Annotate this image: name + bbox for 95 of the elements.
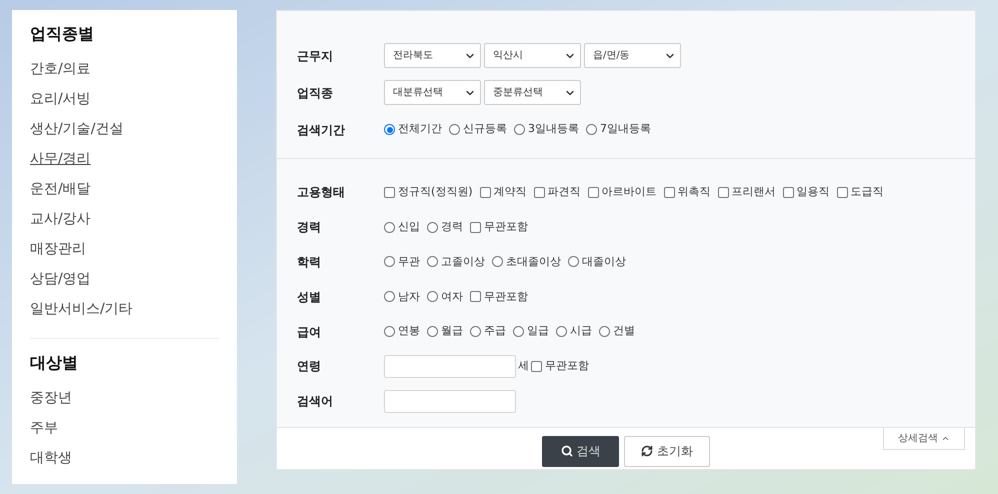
field-label: 업직종 bbox=[297, 84, 334, 102]
field-label: 근무지 bbox=[297, 48, 334, 64]
search-icon bbox=[560, 445, 572, 458]
dropdown-select[interactable]: 중분류선택 bbox=[484, 80, 581, 105]
checkbox-option[interactable]: 정규직(정직원) bbox=[384, 184, 473, 201]
radio-option[interactable]: 여자 bbox=[427, 288, 463, 306]
sidebar-link[interactable]: 주부 bbox=[30, 418, 58, 438]
radio-option[interactable]: 일급 bbox=[513, 323, 549, 340]
checkbox-option[interactable]: 일용직 bbox=[782, 184, 830, 201]
sidebar-heading: 업직종별 bbox=[30, 23, 95, 45]
checkbox-option[interactable]: 프리랜서 bbox=[718, 184, 776, 201]
sidebar-heading: 대상별 bbox=[30, 352, 79, 374]
radio-button[interactable] bbox=[384, 124, 395, 135]
checkbox-option[interactable]: 위촉직 bbox=[664, 184, 711, 201]
checkbox-option[interactable]: 파견직 bbox=[534, 184, 581, 201]
unit-label: 세 bbox=[518, 358, 529, 374]
radio-button[interactable] bbox=[492, 256, 503, 268]
radio-option[interactable]: 남자 bbox=[384, 288, 420, 306]
checkbox[interactable] bbox=[836, 186, 848, 198]
dropdown-select[interactable]: 전라북도 bbox=[384, 43, 481, 68]
sidebar-link[interactable]: 생산/기술/건설 bbox=[30, 118, 124, 140]
sidebar-link[interactable]: 교사/강사 bbox=[30, 208, 91, 230]
checkbox[interactable] bbox=[782, 186, 794, 198]
radio-button[interactable] bbox=[514, 124, 525, 135]
radio-button[interactable] bbox=[586, 124, 597, 135]
checkbox[interactable] bbox=[718, 186, 729, 198]
radio-button[interactable] bbox=[427, 291, 438, 302]
sidebar-link[interactable]: 사무/경리 bbox=[30, 148, 91, 170]
field-label: 학력 bbox=[297, 254, 322, 271]
radio-option[interactable]: 주급 bbox=[470, 323, 506, 340]
radio-option[interactable]: 초대졸이상 bbox=[492, 254, 561, 270]
refresh-icon bbox=[641, 445, 653, 458]
field-label: 고용형태 bbox=[297, 184, 346, 202]
field-label: 연령 bbox=[297, 358, 322, 376]
text-input-field[interactable] bbox=[384, 354, 516, 378]
radio-option[interactable]: 시급 bbox=[556, 323, 592, 340]
field-label: 성별 bbox=[297, 288, 322, 306]
sidebar-link[interactable]: 대학생 bbox=[30, 448, 72, 468]
radio-option[interactable]: 신규등록 bbox=[449, 121, 507, 138]
radio-option[interactable]: 무관 bbox=[384, 254, 420, 270]
detail-search-toggle[interactable]: 상세검색 bbox=[883, 428, 965, 450]
checkbox-option[interactable]: 아르바이트 bbox=[588, 184, 657, 201]
radio-button[interactable] bbox=[449, 124, 460, 135]
reset-button[interactable]: 초기화 bbox=[624, 436, 710, 467]
radio-button[interactable] bbox=[599, 326, 610, 338]
checkbox[interactable] bbox=[470, 222, 481, 233]
checkbox[interactable] bbox=[384, 186, 395, 198]
radio-option[interactable]: 건별 bbox=[599, 323, 635, 340]
dropdown-select[interactable]: 읍/면/동 bbox=[584, 43, 681, 68]
field-label: 급여 bbox=[297, 324, 322, 341]
radio-option[interactable]: 월급 bbox=[427, 323, 463, 340]
radio-button[interactable] bbox=[427, 256, 438, 268]
radio-option[interactable]: 연봉 bbox=[384, 323, 420, 340]
text-input-field[interactable] bbox=[384, 390, 516, 413]
radio-option[interactable]: 7일내등록 bbox=[586, 121, 651, 138]
checkbox[interactable] bbox=[531, 360, 542, 372]
field-label: 검색어 bbox=[297, 393, 334, 410]
radio-button[interactable] bbox=[384, 326, 395, 338]
field-label: 경력 bbox=[297, 219, 322, 236]
radio-option[interactable]: 3일내등록 bbox=[514, 121, 579, 138]
sidebar-link[interactable]: 간호/의료 bbox=[30, 58, 91, 80]
radio-option[interactable]: 전체기간 bbox=[384, 121, 442, 138]
sidebar-link[interactable]: 상담/영업 bbox=[30, 268, 91, 290]
radio-button[interactable] bbox=[470, 326, 481, 338]
field-label: 검색기간 bbox=[297, 122, 346, 138]
radio-button[interactable] bbox=[384, 222, 395, 233]
sidebar-link[interactable]: 매장관리 bbox=[30, 238, 86, 260]
checkbox-option[interactable]: 무관포함 bbox=[531, 358, 589, 375]
radio-option[interactable]: 신입 bbox=[384, 218, 420, 236]
checkbox[interactable] bbox=[664, 186, 675, 198]
checkbox-option[interactable]: 도급직 bbox=[836, 184, 884, 201]
checkbox-option[interactable]: 무관포함 bbox=[470, 218, 528, 236]
radio-option[interactable]: 경력 bbox=[427, 218, 463, 236]
sidebar-link[interactable]: 요리/서빙 bbox=[30, 88, 91, 110]
sidebar-link[interactable]: 중장년 bbox=[30, 388, 72, 408]
radio-button[interactable] bbox=[427, 326, 438, 338]
radio-option[interactable]: 고졸이상 bbox=[427, 254, 485, 270]
radio-button[interactable] bbox=[384, 256, 395, 268]
radio-button[interactable] bbox=[427, 222, 438, 233]
checkbox[interactable] bbox=[534, 186, 545, 198]
checkbox[interactable] bbox=[588, 186, 599, 198]
search-button[interactable]: 검색 bbox=[542, 436, 619, 467]
radio-button[interactable] bbox=[568, 256, 579, 268]
radio-button[interactable] bbox=[556, 326, 567, 338]
checkbox[interactable] bbox=[480, 186, 491, 198]
dropdown-select[interactable]: 대분류선택 bbox=[384, 80, 481, 105]
radio-button[interactable] bbox=[513, 326, 524, 338]
radio-option[interactable]: 대졸이상 bbox=[568, 254, 626, 270]
dropdown-select[interactable]: 익산시 bbox=[484, 43, 581, 68]
radio-button[interactable] bbox=[384, 291, 395, 302]
sidebar-link[interactable]: 운전/배달 bbox=[30, 178, 91, 200]
checkbox-option[interactable]: 계약직 bbox=[480, 184, 527, 201]
sidebar-link[interactable]: 일반서비스/기타 bbox=[30, 298, 133, 320]
checkbox[interactable] bbox=[470, 291, 481, 302]
checkbox-option[interactable]: 무관포함 bbox=[470, 288, 528, 306]
